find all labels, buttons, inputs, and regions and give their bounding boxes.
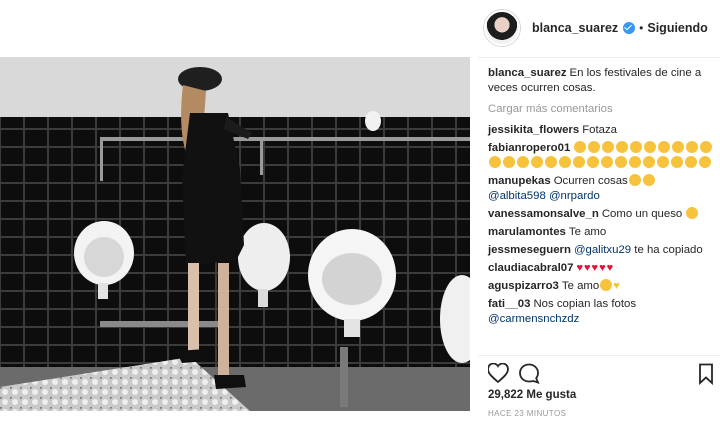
following-button[interactable]: Siguiendo: [647, 21, 707, 35]
heart-eyes-emoji-icon: [686, 207, 699, 219]
heart-eyes-emoji-icon: [587, 156, 599, 168]
comment-text: Ocurren cosas: [553, 175, 628, 187]
red-heart-emoji-icon: ♥: [576, 262, 584, 274]
comments-list: blanca_suarez En los festivales de cine a…: [488, 66, 714, 330]
heart-eyes-emoji-icon: [699, 156, 711, 168]
comment-username[interactable]: manupekas: [488, 175, 551, 187]
heart-eyes-emoji-icon: [658, 141, 671, 153]
comment-item: jessmeseguern @galitxu29 te ha copiado: [488, 243, 714, 258]
caption-username[interactable]: blanca_suarez: [488, 67, 567, 79]
comment-bubble-icon[interactable]: [519, 363, 540, 384]
red-heart-emoji-icon: ♥: [584, 262, 591, 274]
comment-text: Como un queso: [601, 208, 683, 220]
heart-eyes-emoji-icon: [601, 156, 613, 168]
comment-item: vanessamonsalve_n Como un queso: [488, 207, 714, 222]
comment-item: claudiacabral07 ♥♥♥♥♥: [488, 261, 714, 276]
mention-link[interactable]: @carmensnchzdz: [488, 313, 579, 325]
comment-item: marulamontes Te amo: [488, 225, 714, 240]
heart-eyes-emoji-icon: [531, 156, 543, 168]
action-bar: [487, 362, 714, 386]
heart-eyes-emoji-icon: [629, 156, 641, 168]
header-divider: [478, 57, 720, 58]
yellow-heart-emoji-icon: ♥: [613, 280, 620, 292]
comment-username[interactable]: fabianropero01: [488, 142, 570, 154]
avatar[interactable]: [484, 10, 520, 46]
comment-item: manupekas Ocurren cosas @albita598 @nrpar…: [488, 174, 714, 204]
red-heart-emoji-icon: ♥: [591, 262, 599, 274]
heart-eyes-emoji-icon: [643, 156, 655, 168]
heart-eyes-emoji-icon: [686, 141, 699, 153]
likes-count[interactable]: 29,822 Me gusta: [488, 389, 576, 401]
heart-eyes-emoji-icon: [672, 141, 685, 153]
comment-text: Fotaza: [582, 124, 618, 136]
heart-eyes-emoji-icon: [600, 279, 613, 291]
comment-username[interactable]: fati__03: [488, 298, 530, 310]
post-sidebar: blanca_suarez • Siguiendo blanca_suarez E…: [478, 0, 720, 425]
red-heart-emoji-icon: ♥: [606, 262, 614, 274]
comment-username[interactable]: claudiacabral07: [488, 262, 573, 274]
mention-link[interactable]: @nrpardo: [549, 190, 600, 202]
heart-eyes-emoji-icon: [588, 141, 601, 153]
comment-item: fabianropero01: [488, 141, 714, 171]
comment-username[interactable]: jessmeseguern: [488, 244, 571, 256]
heart-eyes-emoji-icon: [644, 141, 657, 153]
comment-username[interactable]: vanessamonsalve_n: [488, 208, 599, 220]
caption: blanca_suarez En los festivales de cine a…: [488, 66, 714, 96]
mention-link[interactable]: @galitxu29: [574, 244, 631, 256]
post-timestamp[interactable]: HACE 23 MINUTOS: [488, 409, 566, 418]
heart-eyes-emoji-icon: [573, 156, 585, 168]
header-username[interactable]: blanca_suarez: [532, 21, 618, 35]
mention-link[interactable]: @albita598: [488, 190, 546, 202]
heart-eyes-emoji-icon: [602, 141, 615, 153]
comment-item: jessikita_flowers Fotaza: [488, 123, 714, 138]
comment-text: Te amo: [568, 226, 607, 238]
heart-eyes-emoji-icon: [616, 141, 629, 153]
post-header: blanca_suarez • Siguiendo: [478, 8, 720, 48]
comment-username[interactable]: marulamontes: [488, 226, 566, 238]
comment-text: Nos copian las fotos: [533, 298, 637, 310]
action-icons: [487, 362, 713, 386]
heart-eyes-emoji-icon: [685, 156, 697, 168]
heart-eyes-emoji-icon: [559, 156, 571, 168]
heart-eyes-emoji-icon: [503, 156, 515, 168]
verified-badge-icon: [623, 22, 636, 34]
comment-text: te ha copiado: [634, 244, 703, 256]
heart-eyes-emoji-icon: [489, 156, 501, 168]
laughing-emoji-icon: [628, 174, 641, 186]
heart-eyes-emoji-icon: [615, 156, 627, 168]
comment-item: fati__03 Nos copian las fotos @carmensnch…: [488, 297, 714, 327]
laughing-emoji-icon: [642, 174, 655, 186]
post-photo[interactable]: [0, 57, 470, 411]
heart-eyes-emoji-icon: [657, 156, 669, 168]
heart-eyes-emoji-icon: [545, 156, 557, 168]
heart-eyes-emoji-icon: [630, 141, 643, 153]
heart-eyes-emoji-icon: [700, 141, 713, 153]
comment-username[interactable]: aguspizarro3: [488, 280, 559, 292]
comment-item: aguspizarro3 Te amo ♥: [488, 279, 714, 294]
bookmark-icon[interactable]: [699, 363, 713, 386]
red-heart-emoji-icon: ♥: [599, 262, 606, 274]
actions-divider: [478, 355, 720, 356]
comment-username[interactable]: jessikita_flowers: [488, 124, 579, 136]
heart-eyes-emoji-icon: [671, 156, 683, 168]
restroom-photo-illustration: [0, 57, 470, 411]
separator-dot: •: [639, 21, 644, 35]
heart-outline-icon[interactable]: [487, 362, 509, 384]
heart-eyes-emoji-icon: [574, 141, 587, 153]
load-more-comments-link[interactable]: Cargar más comentarios: [488, 102, 714, 117]
post-image-area: [0, 0, 478, 425]
heart-eyes-emoji-icon: [517, 156, 529, 168]
comment-text: Te amo: [561, 280, 600, 292]
